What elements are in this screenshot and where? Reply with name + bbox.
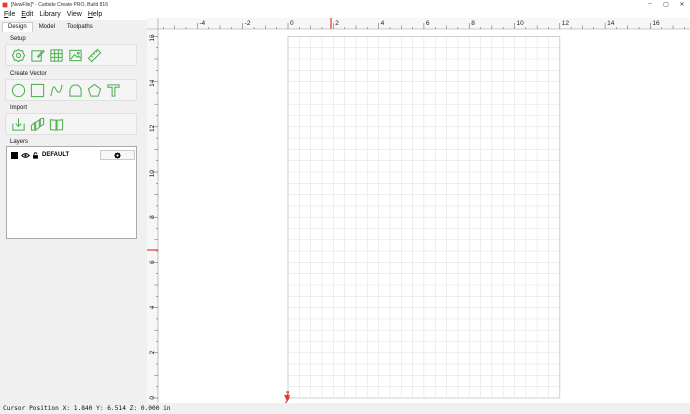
layer-color-swatch[interactable] <box>11 151 18 159</box>
ruler-icon <box>87 48 101 62</box>
setup-tools <box>5 44 137 66</box>
tab-model[interactable]: Model <box>33 22 61 32</box>
eye-icon[interactable] <box>21 152 30 159</box>
grid-button[interactable] <box>48 47 64 63</box>
tab-design[interactable]: Design <box>2 22 33 32</box>
minimize-button[interactable]: – <box>642 1 658 8</box>
menu-help[interactable]: Help <box>88 11 102 18</box>
layer-settings-button[interactable] <box>100 150 135 160</box>
ruler-label-x: 2 <box>335 20 339 27</box>
library-button[interactable] <box>48 116 64 132</box>
ruler-label-y: 10 <box>149 170 156 178</box>
import-button[interactable] <box>10 116 26 132</box>
stock-grid <box>287 36 561 399</box>
maximize-button[interactable]: ▢ <box>658 1 674 8</box>
menu-view[interactable]: View <box>67 11 82 18</box>
ruler-label-x: 8 <box>471 20 475 27</box>
text-icon <box>106 83 120 97</box>
edit-icon <box>30 49 45 62</box>
image-icon <box>68 49 82 61</box>
measure-button[interactable] <box>86 47 102 63</box>
lock-icon[interactable] <box>32 151 39 159</box>
job-setup-button[interactable] <box>10 47 26 63</box>
left-panel: Design Model Toolpaths Setup Create Vect… <box>0 20 145 403</box>
layers-list: DEFAULT <box>6 146 137 239</box>
title-bar: [NewFile]* - Carbide Create PRO, Build 8… <box>0 0 690 9</box>
ruler-label-x: -2 <box>245 20 251 27</box>
ruler-label-x: 0 <box>290 20 294 27</box>
menu-edit[interactable]: Edit <box>21 11 33 18</box>
ruler-label-x: 4 <box>381 20 385 27</box>
polyline-icon <box>68 83 82 97</box>
window-title: [NewFile]* - Carbide Create PRO, Build 8… <box>11 1 108 8</box>
create-vector-tools <box>5 79 137 101</box>
import-icon <box>11 117 25 131</box>
circle-tool-button[interactable] <box>10 82 26 98</box>
menu-library[interactable]: Library <box>39 11 60 18</box>
close-button[interactable]: ✕ <box>674 1 690 8</box>
ruler-label-y: 12 <box>149 124 156 132</box>
ruler-label-x: 12 <box>562 20 570 27</box>
status-bar: Cursor Position X: 1.840 Y: 6.514 Z: 0.0… <box>0 403 690 414</box>
ruler-label-y: 16 <box>149 34 156 42</box>
image-button[interactable] <box>67 47 83 63</box>
rectangle-tool-button[interactable] <box>29 82 45 98</box>
vertical-ruler <box>147 18 158 403</box>
ruler-label-x: 6 <box>426 20 430 27</box>
ruler-label-y: 8 <box>149 215 156 219</box>
setup-label: Setup <box>10 36 26 42</box>
text-tool-button[interactable] <box>105 82 121 98</box>
app-icon <box>2 2 8 7</box>
rectangle-icon <box>30 83 44 97</box>
gear-icon <box>114 151 121 159</box>
ruler-label-y: 0 <box>149 396 156 400</box>
ruler-label-x: 14 <box>607 20 615 27</box>
import-tools <box>5 113 137 135</box>
import-label: Import <box>10 105 28 111</box>
layers-label: Layers <box>10 139 29 145</box>
ruler-label-y: 2 <box>149 350 156 354</box>
curve-icon <box>49 84 63 96</box>
grid-icon <box>49 48 63 62</box>
create-vector-label: Create Vector <box>10 71 47 77</box>
gear-icon <box>11 48 25 62</box>
ruler-label-x: 10 <box>517 20 525 27</box>
edit-button[interactable] <box>29 47 45 63</box>
layer-row[interactable]: DEFAULT <box>11 150 135 160</box>
tab-toolpaths[interactable]: Toolpaths <box>61 22 99 32</box>
polygon-tool-button[interactable] <box>86 82 102 98</box>
import-3d-button[interactable] <box>29 116 45 132</box>
panel-tabs: Design Model Toolpaths <box>2 22 99 32</box>
curve-tool-button[interactable] <box>48 82 64 98</box>
ruler-label-y: 14 <box>149 79 156 87</box>
polyline-tool-button[interactable] <box>67 82 83 98</box>
canvas-svg[interactable]: -4 -2 0 2 4 6 8 10 12 14 16 16 14 12 10 8 6 4 2 0 <box>147 18 690 405</box>
layer-name: DEFAULT <box>42 152 70 158</box>
import-3d-icon <box>30 117 44 131</box>
ruler-label-x: 16 <box>652 20 660 27</box>
ruler-label-y: 4 <box>149 305 156 309</box>
circle-icon <box>11 83 25 97</box>
design-canvas[interactable]: -4 -2 0 2 4 6 8 10 12 14 16 16 14 12 10 8 6 4 2 0 <box>147 18 690 405</box>
menu-file[interactable]: File <box>4 11 15 18</box>
ruler-label-x: -4 <box>199 20 205 27</box>
polygon-icon <box>87 83 101 97</box>
ruler-label-y: 6 <box>149 260 156 264</box>
library-icon <box>49 118 63 131</box>
